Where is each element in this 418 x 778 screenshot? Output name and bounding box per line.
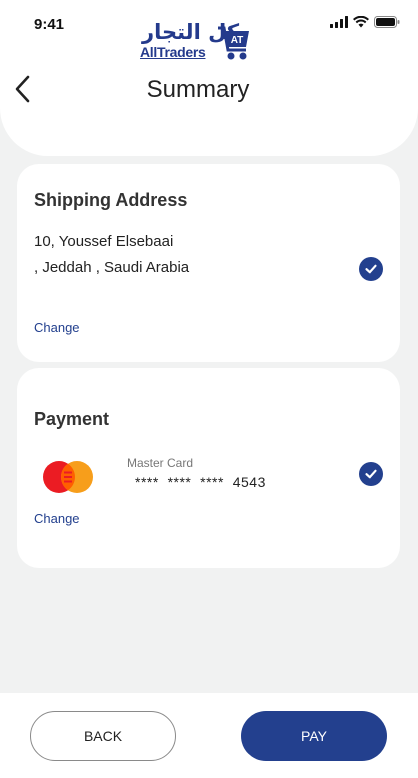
address-line-2: , Jeddah , Saudi Arabia [34,259,190,276]
signal-icon [330,16,348,28]
battery-icon [374,16,400,28]
card-number: **** **** **** 4543 [135,474,266,490]
mastercard-icon [43,461,93,493]
card-type-label: Master Card [127,456,194,470]
pay-button[interactable]: PAY [241,711,387,761]
change-payment-link[interactable]: Change [34,511,80,526]
payment-card: Payment Master Card **** **** **** 4543 … [17,368,400,568]
logo-english-text: AllTraders [140,44,206,60]
header: 9:41 كل التجار AllTraders AT Summary [0,0,418,156]
logo-badge-text: AT [231,35,244,46]
footer: BACK PAY [0,693,418,778]
status-time: 9:41 [34,16,65,33]
payment-check-icon[interactable] [359,462,383,486]
back-button[interactable]: BACK [30,711,176,761]
wifi-icon [353,16,369,28]
alltraders-logo: كل التجار AllTraders AT [140,20,250,66]
change-address-link[interactable]: Change [34,320,80,335]
payment-title: Payment [34,409,110,429]
address-line-1: 10, Youssef Elsebaai [34,233,174,250]
shipping-address-title: Shipping Address [34,190,188,210]
address-check-icon[interactable] [359,257,383,281]
shipping-address-card: Shipping Address 10, Youssef Elsebaai , … [17,164,400,362]
cart-icon: AT [218,26,249,60]
status-icons [330,16,400,28]
page-title: Summary [146,76,250,103]
